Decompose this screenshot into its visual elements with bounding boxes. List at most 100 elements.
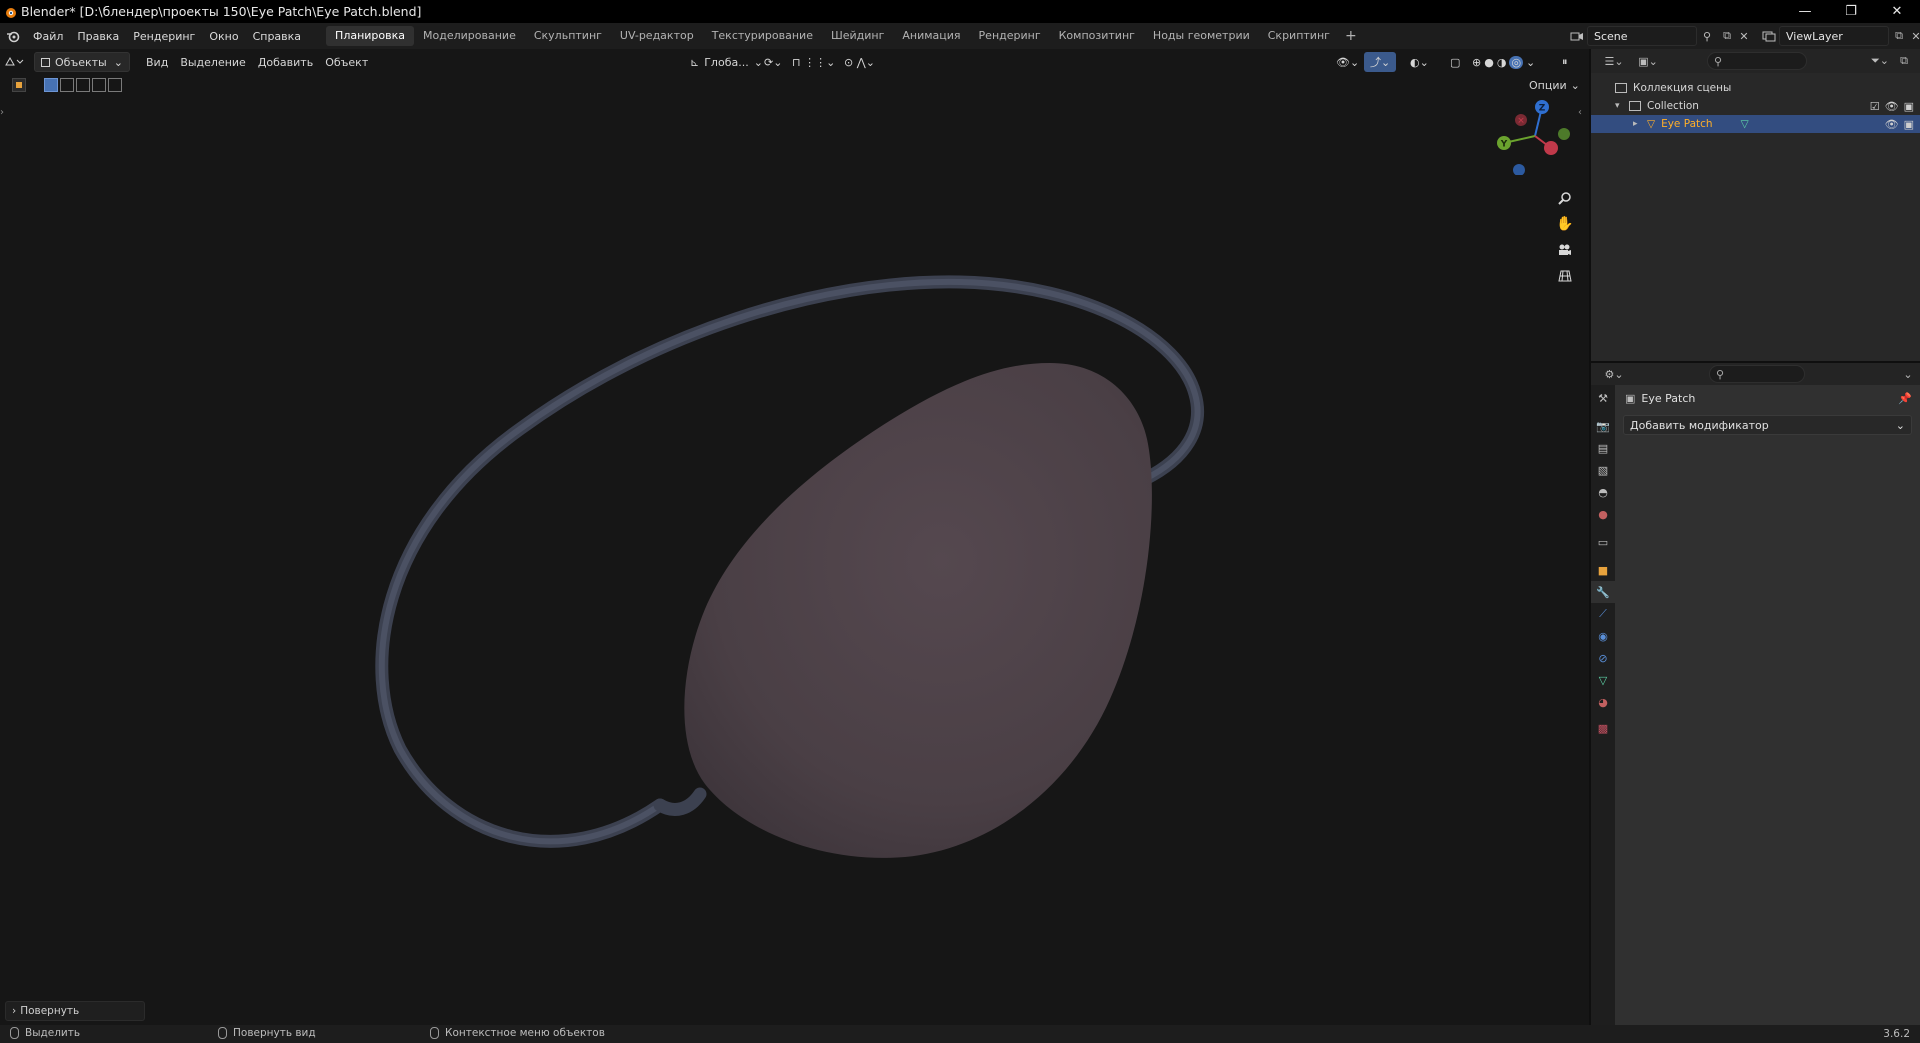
select-subtract-icon[interactable] — [76, 78, 90, 92]
sidebar-expand-icon[interactable]: ‹ — [1578, 107, 1582, 118]
view-layer-field[interactable]: ViewLayer — [1779, 26, 1889, 46]
menu-object[interactable]: Объект — [319, 52, 374, 72]
world-icon[interactable]: ● — [1591, 503, 1615, 525]
blender-menu-icon[interactable] — [0, 23, 26, 49]
tab-sculpting[interactable]: Скульптинг — [525, 26, 611, 46]
new-collection-icon[interactable]: ⧉ — [1894, 51, 1914, 71]
gizmo-x-axis[interactable] — [1544, 141, 1558, 155]
add-workspace-button[interactable]: + — [1339, 28, 1363, 44]
rendered-shading-icon[interactable]: ◎ — [1509, 55, 1524, 69]
close-button[interactable]: ✕ — [1874, 0, 1920, 23]
camera-icon[interactable]: ▣ — [1904, 118, 1914, 131]
pin-icon[interactable]: 📌 — [1898, 392, 1912, 405]
modifier-icon[interactable]: 🔧 — [1591, 581, 1615, 603]
tree-row-scene-collection[interactable]: Коллекция сцены — [1591, 79, 1920, 97]
tree-row-eye-patch[interactable]: ▸ ▽ Eye Patch ▽ 👁 ▣ — [1591, 115, 1920, 133]
display-mode-icon[interactable]: ▣⌄ — [1633, 51, 1663, 71]
tab-uv-editing[interactable]: UV-редактор — [611, 26, 703, 46]
tab-geometry-nodes[interactable]: Ноды геометрии — [1144, 26, 1259, 46]
visibility-icon[interactable]: 👁⌄ — [1330, 52, 1365, 72]
last-operator-panel[interactable]: › Повернуть — [5, 1001, 145, 1021]
particles-icon[interactable]: ⟋ — [1591, 603, 1615, 625]
solid-shading-icon[interactable]: ● — [1484, 56, 1494, 69]
select-new-icon[interactable] — [44, 78, 58, 92]
gizmo-neg-y[interactable] — [1558, 128, 1570, 140]
properties-editor-type-icon[interactable]: ⚙⌄ — [1599, 364, 1629, 384]
data-icon[interactable]: ▽ — [1591, 669, 1615, 691]
eye-icon[interactable]: 👁 — [1885, 100, 1899, 113]
render-icon[interactable]: 📷 — [1591, 415, 1615, 437]
menu-help[interactable]: Справка — [246, 30, 308, 43]
maximize-button[interactable]: ❐ — [1828, 0, 1874, 23]
mesh-data-icon[interactable]: ▽ — [1741, 118, 1749, 130]
menu-view[interactable]: Вид — [140, 52, 174, 72]
pivot-point-icon[interactable]: ⟳⌄ — [758, 52, 788, 72]
perspective-grid-icon[interactable] — [1552, 263, 1578, 289]
tab-texture-paint[interactable]: Текстурирование — [703, 26, 822, 46]
gizmo-neg-z[interactable] — [1513, 164, 1525, 175]
active-tool-icon[interactable] — [12, 78, 26, 92]
snap-icon[interactable]: ⊓ ⋮⋮⌄ — [786, 52, 841, 72]
options-dropdown[interactable]: Опции ⌄ — [1524, 79, 1585, 92]
tab-animation[interactable]: Анимация — [893, 26, 969, 46]
toolbar-expand-icon[interactable]: › — [0, 107, 4, 118]
toggle-sidebar-icon[interactable]: ⏸ — [1556, 52, 1574, 72]
select-extend-icon[interactable] — [60, 78, 74, 92]
select-invert-icon[interactable] — [92, 78, 106, 92]
tree-row-collection[interactable]: ▾ Collection ☑ 👁 ▣ — [1591, 97, 1920, 115]
new-view-layer-icon[interactable]: ⧉ — [1889, 26, 1909, 46]
pin-scene-icon[interactable]: ⚲ — [1697, 26, 1717, 46]
outliner-search-input[interactable]: ⚲ — [1707, 52, 1807, 70]
tab-modeling[interactable]: Моделирование — [414, 26, 525, 46]
properties-search-input[interactable]: ⚲ — [1709, 365, 1805, 383]
xray-icon[interactable]: ▢ — [1444, 52, 1466, 72]
menu-file[interactable]: Файл — [26, 30, 70, 43]
physics-icon[interactable]: ◉ — [1591, 625, 1615, 647]
tab-compositing[interactable]: Композитинг — [1050, 26, 1144, 46]
tab-rendering[interactable]: Рендеринг — [970, 26, 1050, 46]
view-layer-browse-icon[interactable] — [1759, 26, 1779, 46]
material-icon[interactable]: ◕ — [1591, 691, 1615, 713]
new-scene-icon[interactable]: ⧉ — [1717, 26, 1737, 46]
tool-icon[interactable]: ⚒ — [1591, 387, 1615, 409]
properties-options-icon[interactable]: ⌄ — [1898, 364, 1918, 384]
menu-add[interactable]: Добавить — [252, 52, 319, 72]
output-icon[interactable]: ▤ — [1591, 437, 1615, 459]
pan-hand-icon[interactable]: ✋ — [1552, 211, 1578, 237]
filter-icon[interactable]: ⏷⌄ — [1870, 51, 1890, 71]
eye-icon[interactable]: 👁 — [1885, 118, 1899, 131]
3d-viewport[interactable]: Объекты ⌄ Вид Выделение Добавить Объект … — [0, 49, 1589, 1025]
view-layer-icon[interactable]: ▧ — [1591, 459, 1615, 481]
delete-scene-icon[interactable]: ✕ — [1737, 26, 1751, 46]
overlays-icon[interactable]: ◐⌄ — [1404, 52, 1435, 72]
menu-render[interactable]: Рендеринг — [126, 30, 202, 43]
select-intersect-icon[interactable] — [108, 78, 122, 92]
show-gizmo-icon[interactable]: ⤴⌄ — [1364, 52, 1397, 72]
tab-layout[interactable]: Планировка — [326, 26, 415, 46]
wireframe-shading-icon[interactable]: ⊕ — [1472, 56, 1481, 69]
mode-dropdown[interactable]: Объекты ⌄ — [34, 52, 130, 72]
minimize-button[interactable]: — — [1782, 0, 1828, 23]
menu-select[interactable]: Выделение — [174, 52, 252, 72]
menu-edit[interactable]: Правка — [70, 30, 126, 43]
object-icon[interactable]: ■ — [1591, 559, 1615, 581]
menu-window[interactable]: Окно — [202, 30, 245, 43]
zoom-icon[interactable] — [1552, 185, 1578, 211]
tab-shading[interactable]: Шейдинг — [822, 26, 893, 46]
delete-view-layer-icon[interactable]: ✕ — [1909, 26, 1920, 46]
add-modifier-dropdown[interactable]: Добавить модификатор ⌄ — [1623, 415, 1912, 435]
scene-name-field[interactable]: Scene — [1587, 26, 1697, 46]
camera-icon[interactable]: ▣ — [1904, 100, 1914, 113]
navigation-gizmo[interactable]: ✕ Z Y — [1496, 97, 1574, 175]
editor-type-icon[interactable] — [0, 52, 34, 72]
checkbox-icon[interactable]: ☑ — [1870, 100, 1880, 113]
scene-icon[interactable]: ◓ — [1591, 481, 1615, 503]
transform-orientation-dropdown[interactable]: ⊾ Глоба... ⌄ — [684, 52, 769, 72]
constraints-icon[interactable]: ⊘ — [1591, 647, 1615, 669]
chevron-down-icon[interactable]: ⌄ — [1526, 56, 1535, 69]
camera-view-icon[interactable] — [1552, 237, 1578, 263]
disclosure-triangle-icon[interactable]: ▸ — [1633, 119, 1645, 129]
scene-browse-icon[interactable] — [1567, 26, 1587, 46]
outliner-editor-type-icon[interactable]: ☰⌄ — [1599, 51, 1629, 71]
material-shading-icon[interactable]: ◑ — [1497, 56, 1507, 69]
